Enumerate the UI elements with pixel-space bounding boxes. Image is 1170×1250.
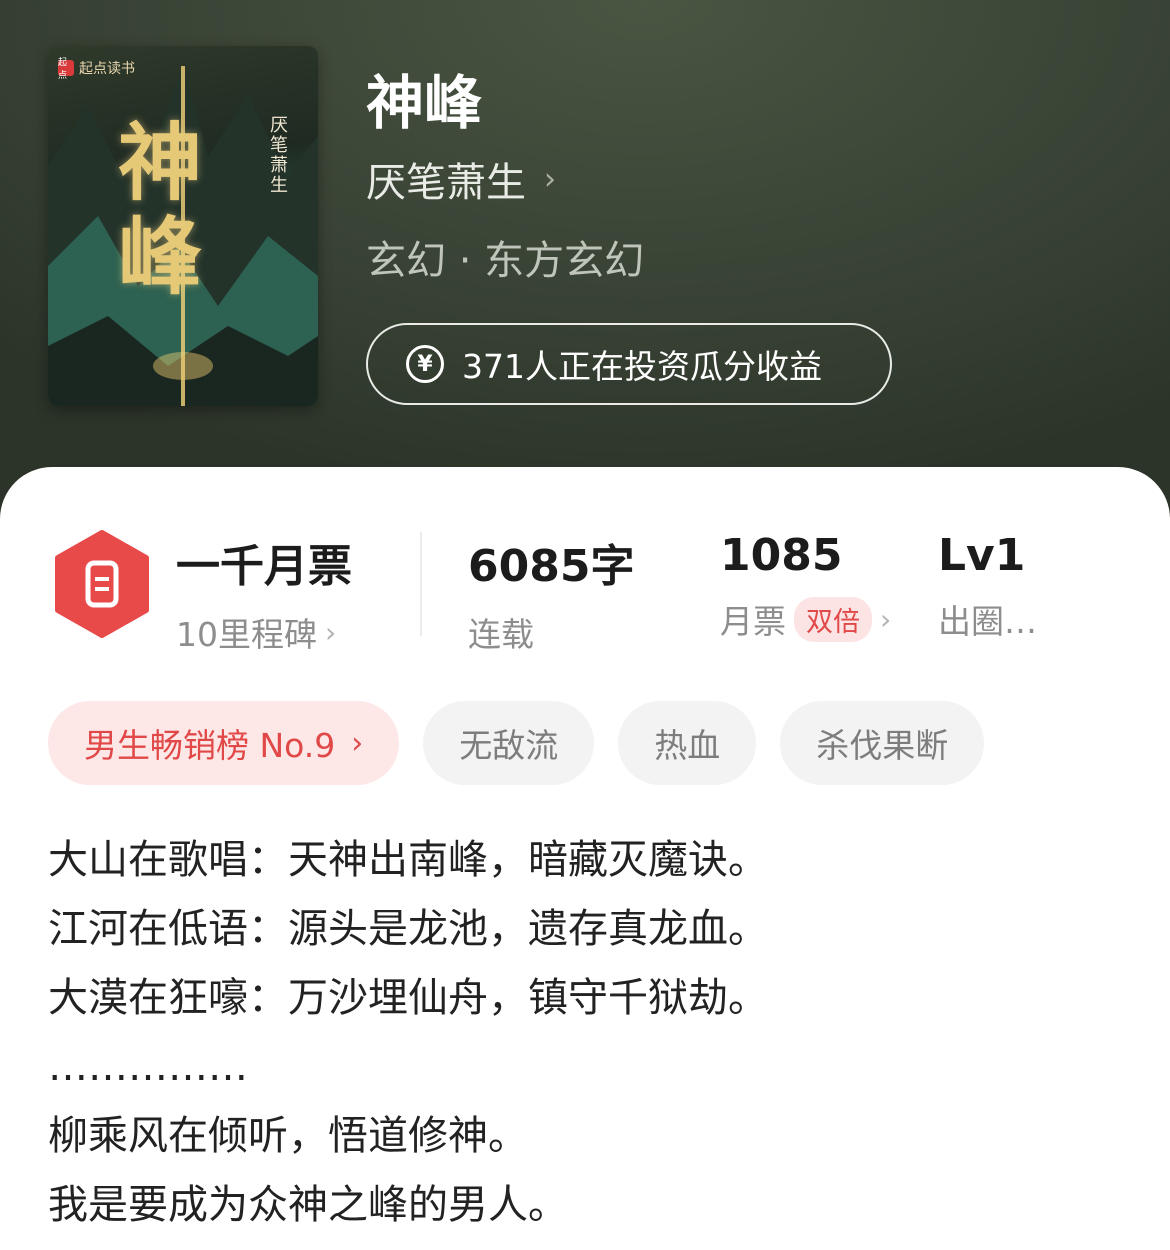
synopsis-line: 大山在歌唱：天神出南峰，暗藏灭魔诀。 (48, 837, 768, 883)
tag-passion[interactable]: 热血 (618, 701, 757, 785)
tag-label: 男生畅销榜 No.9 (84, 726, 336, 765)
invest-button[interactable]: ¥ 371人正在投资瓜分收益 (366, 323, 892, 405)
cover-title: 神峰 (118, 113, 203, 306)
stat-words: 6085字 连载 (468, 530, 634, 656)
synopsis-line: 柳乘风在倾听，悟道修神。 (48, 1113, 528, 1159)
milestone-label: 10里程碑 (176, 615, 317, 654)
publisher-logo: 起点 (58, 58, 74, 81)
tag-list: 男生畅销榜 No.9 › 无敌流 热血 杀伐果断 (48, 701, 985, 785)
synopsis-line: …………… (48, 1044, 248, 1090)
monthly-votes-value: 1085 (720, 530, 843, 581)
chevron-right-icon: › (351, 725, 364, 761)
stats-divider (420, 532, 422, 636)
tag-label: 杀伐果断 (816, 726, 949, 765)
tag-label: 热血 (654, 726, 721, 765)
stat-milestone[interactable]: 一千月票 10里程碑 › (176, 530, 352, 656)
double-badge: 双倍 (794, 596, 872, 642)
word-count-value: 6085字 (468, 541, 635, 592)
word-count-label: 连载 (468, 615, 534, 654)
chevron-right-icon: › (880, 602, 892, 636)
stat-level[interactable]: Lv1 出圈… (938, 530, 1037, 643)
chevron-right-icon: › (544, 161, 556, 197)
synopsis-line: 大漠在狂嚎：万沙埋仙舟，镇守千狱劫。 (48, 975, 768, 1021)
tag-invincible[interactable]: 无敌流 (423, 701, 595, 785)
author-name: 厌笔萧生 (366, 160, 526, 206)
ticket-badge-icon[interactable] (52, 529, 152, 639)
tag-decisive[interactable]: 杀伐果断 (780, 701, 985, 785)
synopsis-line: 江河在低语：源头是龙池，遗存真龙血。 (48, 906, 768, 952)
cover-author: 厌笔萧生 (270, 115, 288, 196)
synopsis-line: 我是要成为众神之峰的男人。 (48, 1182, 568, 1228)
book-title: 神峰 (366, 69, 483, 137)
monthly-votes-label: 月票 (720, 602, 786, 641)
level-label: 出圈… (938, 602, 1037, 641)
milestone-value: 一千月票 (176, 541, 352, 592)
book-cover[interactable]: 起点 起点读书 神峰 厌笔萧生 (48, 46, 318, 406)
stat-monthly-votes[interactable]: 1085 月票 双倍 › (720, 530, 891, 643)
synopsis[interactable]: 大山在歌唱：天神出南峰，暗藏灭魔诀。 江河在低语：源头是龙池，遗存真龙血。 大漠… (48, 826, 1128, 1240)
chevron-right-icon: › (325, 615, 337, 649)
yen-coin-icon: ¥ (406, 345, 444, 383)
tag-label: 无敌流 (459, 726, 559, 765)
tag-bestseller-rank[interactable]: 男生畅销榜 No.9 › (48, 701, 400, 785)
invest-label: 371人正在投资瓜分收益 (462, 347, 822, 386)
genre-label: 玄幻 · 东方玄幻 (366, 238, 645, 284)
level-value: Lv1 (938, 530, 1026, 581)
author-link[interactable]: 厌笔萧生 › (366, 150, 556, 208)
publisher-name: 起点读书 (79, 61, 135, 77)
cover-publisher: 起点 起点读书 (58, 58, 135, 81)
